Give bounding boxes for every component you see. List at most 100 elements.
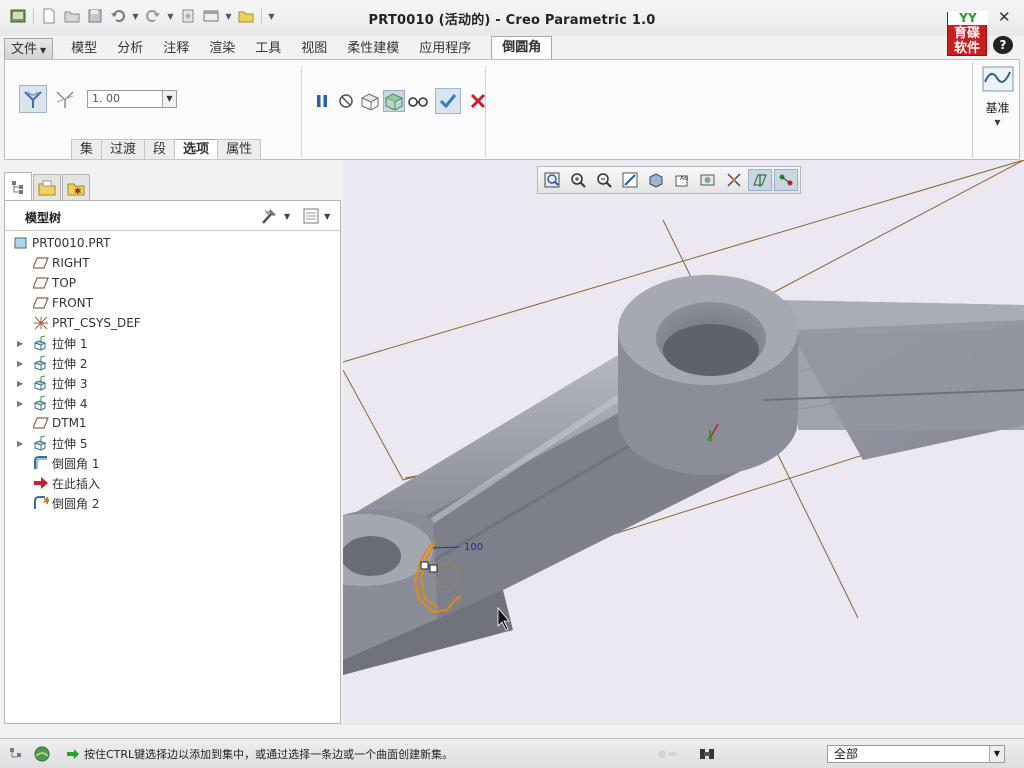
separator [301, 66, 302, 158]
geometry-preview-icon[interactable] [359, 90, 381, 112]
preview-glasses-icon[interactable] [407, 90, 429, 112]
tree-item-label: 拉伸 1 [52, 336, 88, 351]
expand-arrow-icon[interactable]: ▶ [17, 439, 27, 448]
verify-mode-icon[interactable] [383, 90, 405, 112]
favorites-tab[interactable]: ✱ [62, 174, 90, 200]
tab-flexible-modeling[interactable]: 柔性建模 [337, 38, 409, 60]
tree-item[interactable]: 在此插入 [33, 473, 100, 493]
model-canvas[interactable] [343, 160, 1024, 725]
repaint-icon[interactable] [618, 169, 642, 191]
tree-item-label: 拉伸 3 [52, 376, 88, 391]
svg-text:AB: AB [680, 175, 688, 182]
refit-icon[interactable] [540, 169, 564, 191]
tree-item[interactable]: TOP [33, 273, 76, 293]
tree-item[interactable]: 倒圆角 1 [33, 453, 99, 473]
show-columns-icon[interactable] [302, 207, 320, 225]
folder-browser-tab[interactable] [33, 174, 61, 200]
tab-model[interactable]: 模型 [61, 38, 107, 60]
subtab-properties[interactable]: 属性 [217, 139, 262, 160]
expand-arrow-icon[interactable]: ▶ [17, 339, 27, 348]
spin-center-icon[interactable] [774, 169, 798, 191]
tree-item-label: 在此插入 [52, 476, 101, 491]
tab-applications[interactable]: 应用程序 [409, 38, 481, 60]
tab-round[interactable]: 倒圆角 [491, 36, 553, 60]
tab-file[interactable]: 文件 ▼ [4, 38, 54, 60]
saved-views-icon[interactable]: AB [670, 169, 694, 191]
ribbon-subtabs: 集 过渡 段 选项 属性 [71, 139, 262, 160]
browser-toggle-icon[interactable] [32, 744, 52, 764]
tree-item[interactable]: ▶ 拉伸 1 [17, 333, 88, 353]
datum-plane-icon [33, 275, 49, 291]
close-icon[interactable]: ✕ [998, 8, 1011, 26]
tree-item[interactable]: ▶ 拉伸 3 [17, 373, 88, 393]
selection-filter-value: 全部 [834, 747, 859, 761]
variable-round-icon[interactable] [51, 85, 79, 113]
datum-button[interactable]: 基准 ▼ [972, 62, 1022, 158]
tree-item-label: 拉伸 5 [52, 436, 88, 451]
tree-item-label: 拉伸 4 [52, 396, 88, 411]
display-style-icon[interactable] [644, 169, 668, 191]
subtab-sets[interactable]: 集 [71, 139, 102, 160]
tree-item-label: 拉伸 2 [52, 356, 88, 371]
expand-arrow-icon[interactable]: ▶ [17, 359, 27, 368]
round-active-icon: ✱ [33, 495, 49, 511]
datum-plane-icon [33, 415, 49, 431]
no-preview-icon[interactable] [335, 90, 357, 112]
tree-item[interactable]: RIGHT [33, 253, 90, 273]
settings-tools-icon[interactable] [260, 207, 280, 225]
model-tree-tab[interactable] [4, 172, 32, 200]
tab-tools[interactable]: 工具 [245, 38, 291, 60]
selection-filter-select[interactable]: 全部 ▼ [827, 745, 1005, 763]
tree-item[interactable]: PRT_CSYS_DEF [33, 313, 141, 333]
datum-display-icon[interactable] [748, 169, 772, 191]
model-tree-tools: ▼ ▼ [260, 207, 338, 225]
subtab-pieces[interactable]: 段 [144, 139, 175, 160]
tree-item[interactable]: FRONT [33, 293, 93, 313]
view-manager-icon[interactable] [696, 169, 720, 191]
find-icon[interactable] [697, 744, 717, 764]
selection-toggle-icon[interactable] [656, 744, 676, 764]
chevron-down-icon: ▼ [40, 46, 47, 55]
chevron-down-icon[interactable]: ▼ [324, 212, 330, 221]
subtab-transitions[interactable]: 过渡 [101, 139, 145, 160]
tree-item[interactable]: ▶ 拉伸 5 [17, 433, 88, 453]
tab-analysis[interactable]: 分析 [107, 38, 153, 60]
expand-arrow-icon[interactable]: ▶ [17, 379, 27, 388]
zoom-out-icon[interactable] [592, 169, 616, 191]
ok-button[interactable] [435, 88, 461, 114]
tab-file-label: 文件 [11, 42, 38, 57]
tree-item-label: PRT_CSYS_DEF [52, 316, 141, 330]
tree-item[interactable]: ✱ 倒圆角 2 [33, 493, 99, 513]
tab-render[interactable]: 渲染 [199, 38, 245, 60]
brand-logo-text: 育碟 软件 [953, 26, 980, 56]
connecting-rod-model[interactable] [343, 275, 1024, 675]
tree-item[interactable]: ▶ 拉伸 2 [17, 353, 88, 373]
datum-plane-icon [33, 295, 49, 311]
subtab-options[interactable]: 选项 [174, 139, 218, 160]
radius-dimension-label[interactable]: 100 [464, 542, 483, 553]
tree-item[interactable]: ▶ 拉伸 4 [17, 393, 88, 413]
graphics-viewport[interactable]: 100 AB [343, 160, 1024, 725]
chevron-down-icon[interactable]: ▼ [284, 212, 290, 221]
arrow-right-icon [67, 749, 79, 759]
navigator-toggle-icon[interactable] [6, 744, 26, 764]
tree-item-label: FRONT [52, 296, 93, 310]
tab-view[interactable]: 视图 [291, 38, 337, 60]
tree-item[interactable]: PRT0010.PRT [13, 233, 110, 253]
tab-annotate[interactable]: 注释 [153, 38, 199, 60]
zoom-in-icon[interactable] [566, 169, 590, 191]
perspective-icon[interactable] [722, 169, 746, 191]
datum-label: 基准 [985, 101, 1010, 115]
help-icon[interactable]: ? [993, 36, 1013, 54]
constant-round-icon[interactable] [19, 85, 47, 113]
expand-arrow-icon[interactable]: ▶ [17, 399, 27, 408]
radius-value: 1. 00 [92, 92, 120, 105]
pause-icon[interactable] [311, 90, 333, 112]
status-message: 按住CTRL键选择边以添加到集中，或通过选择一条边或一个曲面创建新集。 [66, 745, 453, 763]
insert-here-icon [33, 475, 49, 491]
folder-browser-icon [38, 180, 56, 195]
tree-item[interactable]: DTM1 [33, 413, 87, 433]
chevron-down-icon[interactable]: ▼ [989, 746, 1004, 762]
chevron-down-icon[interactable]: ▼ [162, 91, 176, 107]
radius-input[interactable]: 1. 00 ▼ [87, 90, 177, 108]
